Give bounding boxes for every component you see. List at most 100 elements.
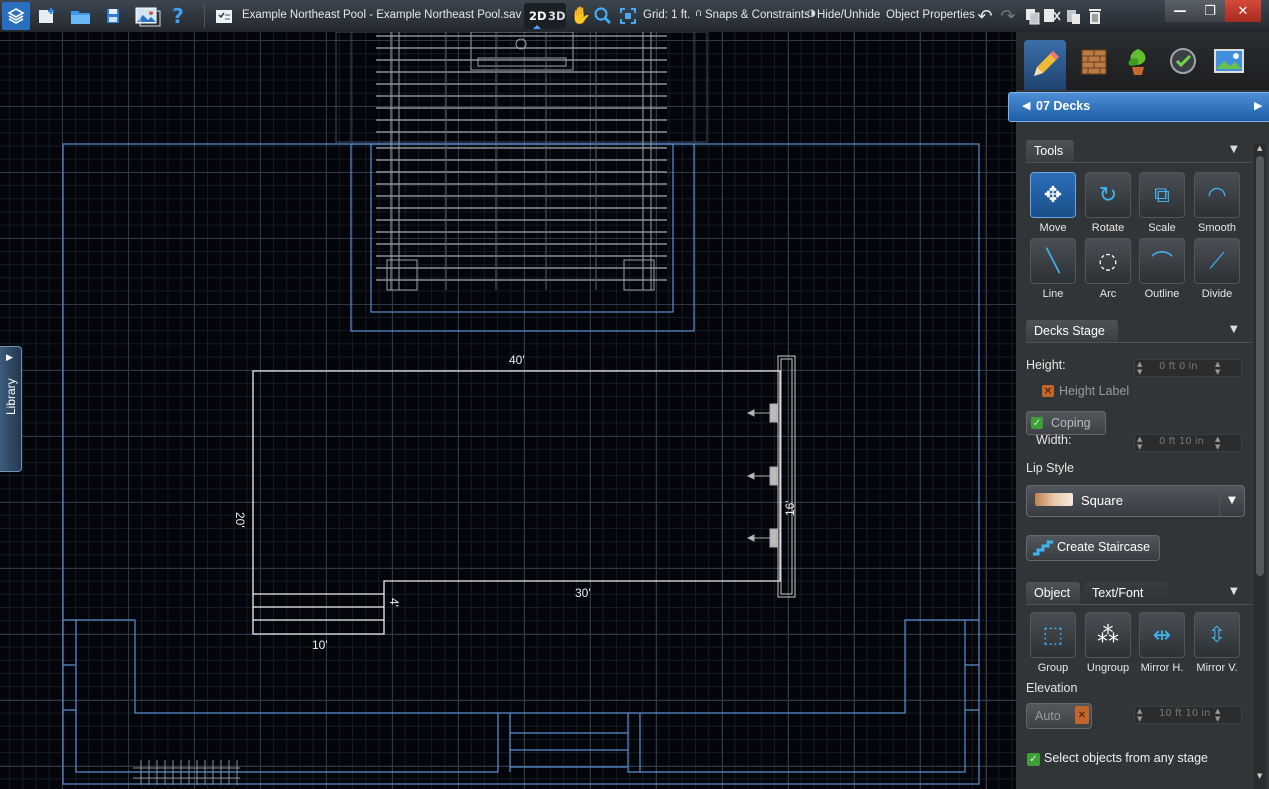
view-3d-button[interactable]: 3D <box>548 9 566 23</box>
plant-icon[interactable] <box>1117 40 1159 82</box>
arc-tool[interactable]: ◌ Arc <box>1085 238 1131 302</box>
tools-section-header[interactable]: Tools <box>1026 140 1074 162</box>
height-label-toggle[interactable]: ✕ <box>1042 385 1054 397</box>
rotate-label: Rotate <box>1091 222 1125 234</box>
width-spin-icon-right: ▲ ▼ <box>1215 435 1221 451</box>
fit-view-icon[interactable] <box>616 4 640 28</box>
move-label: Move <box>1039 222 1067 234</box>
pergola-slats <box>376 35 667 281</box>
snaps-constraints-button[interactable]: Snaps & Constraints <box>705 9 810 21</box>
smooth-label: Smooth <box>1198 222 1236 234</box>
height-spin-icon: ▲ ▼ <box>1137 360 1143 376</box>
toolbar-separator <box>204 4 205 28</box>
bricks-icon[interactable] <box>1073 40 1115 82</box>
height-stepper[interactable]: ▲ ▼ 0 ft 0 in ▲ ▼ <box>1134 359 1242 377</box>
group-icon: ⬚ <box>1030 612 1076 658</box>
checkmark-icon[interactable] <box>1162 40 1204 82</box>
prev-stage-icon[interactable]: ◀ <box>1022 99 1030 112</box>
outline-icon: ⌒ <box>1139 238 1185 284</box>
mirror-h-label: Mirror H. <box>1140 662 1184 674</box>
group-label: Group <box>1037 662 1069 674</box>
decks-stage-header[interactable]: Decks Stage <box>1026 320 1118 342</box>
delete-icon[interactable] <box>1083 4 1107 28</box>
mirror-vertical-icon: ⇳ <box>1194 612 1240 658</box>
paste-icon[interactable] <box>1061 4 1085 28</box>
move-tool[interactable]: ✥ Move <box>1030 172 1076 236</box>
hand-pan-icon[interactable]: ✋ <box>569 4 593 28</box>
pool-coping-wall <box>777 355 796 598</box>
collapse-object-icon[interactable]: ▼ <box>1230 586 1238 597</box>
elevation-spin-icon: ▲ ▼ <box>1137 707 1143 723</box>
width-stepper[interactable]: ▲ ▼ 0 ft 10 in ▲ ▼ <box>1134 434 1242 452</box>
move-icon: ✥ <box>1030 172 1076 218</box>
hide-unhide-button[interactable]: Hide/Unhide <box>817 9 880 21</box>
stage-selector[interactable]: ◀ 07 Decks ▶ <box>1008 92 1269 122</box>
tab-text-font[interactable]: Text/Font <box>1084 582 1168 604</box>
panel-category-tabs <box>1016 32 1269 90</box>
collapse-tools-icon[interactable]: ▼ <box>1230 144 1238 155</box>
app-logo-icon[interactable] <box>2 2 30 30</box>
lip-square-swatch-icon <box>1035 493 1073 506</box>
group-tool[interactable]: ⬚ Group <box>1030 612 1076 676</box>
width-spin-icon: ▲ ▼ <box>1137 435 1143 451</box>
maximize-button[interactable]: ❐ <box>1195 0 1225 22</box>
photo-icon[interactable] <box>132 4 162 28</box>
create-staircase-button[interactable]: Create Staircase <box>1026 535 1160 561</box>
object-properties-button[interactable]: Object Properties <box>886 9 975 21</box>
outline-tool[interactable]: ⌒ Outline <box>1139 238 1185 302</box>
scroll-thumb[interactable] <box>1256 156 1264 576</box>
view-2d-button[interactable]: 2D <box>529 9 547 23</box>
minimize-button[interactable]: — <box>1165 0 1195 22</box>
line-label: Line <box>1042 288 1064 300</box>
scroll-up-icon[interactable]: ▲ <box>1257 144 1262 152</box>
checklist-icon[interactable] <box>212 4 236 28</box>
arc-icon: ◌ <box>1085 238 1131 284</box>
elevation-stepper[interactable]: ▲ ▼ 10 ft 10 in ▲ ▼ <box>1134 706 1242 724</box>
ungroup-label: Ungroup <box>1086 662 1130 674</box>
lip-style-select[interactable]: Square ▼ <box>1026 485 1245 517</box>
undo-icon[interactable]: ↶ <box>973 4 997 28</box>
decks-section-line <box>1026 342 1252 343</box>
landscape-photo-icon[interactable] <box>1208 40 1250 82</box>
open-folder-icon[interactable] <box>69 4 93 28</box>
elevation-auto-toggle[interactable]: Auto ✕ <box>1026 703 1092 729</box>
rotate-tool[interactable]: ↻ Rotate <box>1085 172 1131 236</box>
divide-tool[interactable]: ⟋ Divide <box>1194 238 1240 302</box>
width-label: Width: <box>1036 433 1072 447</box>
pencil-icon[interactable] <box>1024 40 1066 90</box>
dimension-left: 20' <box>233 512 247 528</box>
redo-icon[interactable]: ↷ <box>996 4 1020 28</box>
hide-unhide-icon: ◑ <box>807 8 816 19</box>
scroll-down-icon[interactable]: ▼ <box>1257 772 1262 780</box>
blueprint-drawing <box>62 32 980 785</box>
tab-object[interactable]: Object <box>1026 582 1080 604</box>
scale-label: Scale <box>1148 222 1176 234</box>
close-button[interactable]: ✕ <box>1225 0 1261 22</box>
save-icon[interactable] <box>101 4 125 28</box>
elevation-spin-icon-right: ▲ ▼ <box>1215 707 1221 723</box>
pool-jets <box>746 403 778 548</box>
lip-style-label: Lip Style <box>1026 461 1074 475</box>
mirror-h-tool[interactable]: ⇹ Mirror H. <box>1139 612 1185 676</box>
mirror-v-tool[interactable]: ⇳ Mirror V. <box>1194 612 1240 676</box>
coping-toggle[interactable]: ✓ Coping <box>1026 411 1106 435</box>
select-any-stage-checkbox[interactable]: ✓ <box>1027 753 1040 766</box>
arc-label: Arc <box>1099 288 1117 300</box>
grid-size-button[interactable]: Grid: 1 ft. <box>643 9 690 21</box>
panel-scrollbar[interactable]: ▲ ▼ <box>1254 144 1266 789</box>
expand-arrow-icon: ▶ <box>6 353 13 363</box>
scale-tool[interactable]: ⧉ Scale <box>1139 172 1185 236</box>
pool-outline <box>252 370 781 635</box>
next-stage-icon[interactable]: ▶ <box>1254 99 1262 112</box>
dimension-top: 40' <box>509 353 525 367</box>
line-tool[interactable]: ╲ Line <box>1030 238 1076 302</box>
zoom-icon[interactable] <box>591 4 615 28</box>
help-icon[interactable]: ? <box>166 4 190 28</box>
collapse-decks-icon[interactable]: ▼ <box>1230 324 1238 335</box>
library-tab[interactable]: ▶ Library <box>0 346 22 472</box>
design-canvas[interactable]: 40' 20' 16' 30' 4' 10' <box>0 32 1016 789</box>
house-steps <box>510 712 628 768</box>
ungroup-tool[interactable]: ⁂ Ungroup <box>1085 612 1131 676</box>
new-file-icon[interactable] <box>35 4 59 28</box>
smooth-tool[interactable]: ◠ Smooth <box>1194 172 1240 236</box>
